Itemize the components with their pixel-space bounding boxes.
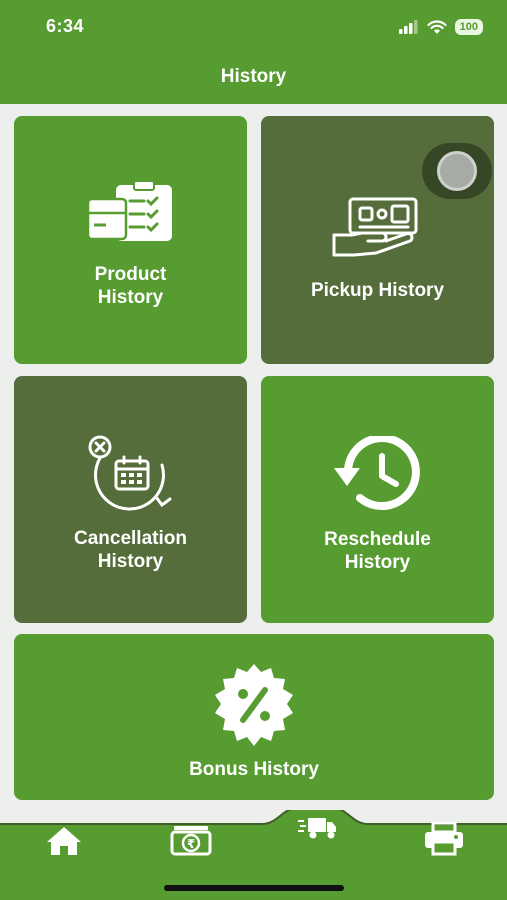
svg-text:₹: ₹ <box>187 837 195 851</box>
pickup-history-label: Pickup History <box>310 279 445 301</box>
tab-home[interactable] <box>46 826 82 861</box>
discount-badge-icon <box>215 663 293 746</box>
app-header: 6:34 100 History <box>0 0 507 104</box>
cancellation-history-tile[interactable]: Cancellation History <box>14 376 247 623</box>
home-indicator[interactable] <box>164 885 344 891</box>
page-title: History <box>220 66 287 87</box>
printer-icon <box>425 821 463 856</box>
reschedule-history-label: Reschedule History <box>324 528 431 573</box>
wifi-icon <box>427 19 447 34</box>
clock-history-icon <box>333 435 420 510</box>
status-time: 6:34 <box>46 16 85 36</box>
tab-payments[interactable]: ₹ <box>170 824 212 861</box>
battery-indicator: 100 <box>454 19 483 35</box>
status-icons: 100 <box>398 17 483 37</box>
floating-touch-dot <box>437 151 477 191</box>
reschedule-history-tile[interactable]: Reschedule History <box>261 376 494 623</box>
home-icon <box>47 827 81 855</box>
bonus-history-label: Bonus History <box>189 758 319 780</box>
rupee-cash-icon: ₹ <box>170 826 212 856</box>
package-hand-icon <box>332 197 417 256</box>
cancellation-history-label: Cancellation History <box>74 527 187 572</box>
tab-delivery[interactable] <box>298 816 338 845</box>
floating-touch-button[interactable] <box>422 143 492 199</box>
status-bar: 6:34 100 <box>0 0 507 54</box>
bonus-history-tile[interactable]: Bonus History <box>14 634 494 800</box>
product-history-label: Product History <box>94 264 167 308</box>
clipboard-box-icon <box>86 181 172 241</box>
product-history-tile[interactable]: Product History <box>14 116 247 364</box>
signal-icon <box>398 20 418 34</box>
calendar-cancel-icon <box>88 435 171 510</box>
delivery-truck-icon <box>298 818 336 839</box>
tab-print[interactable] <box>424 821 464 861</box>
